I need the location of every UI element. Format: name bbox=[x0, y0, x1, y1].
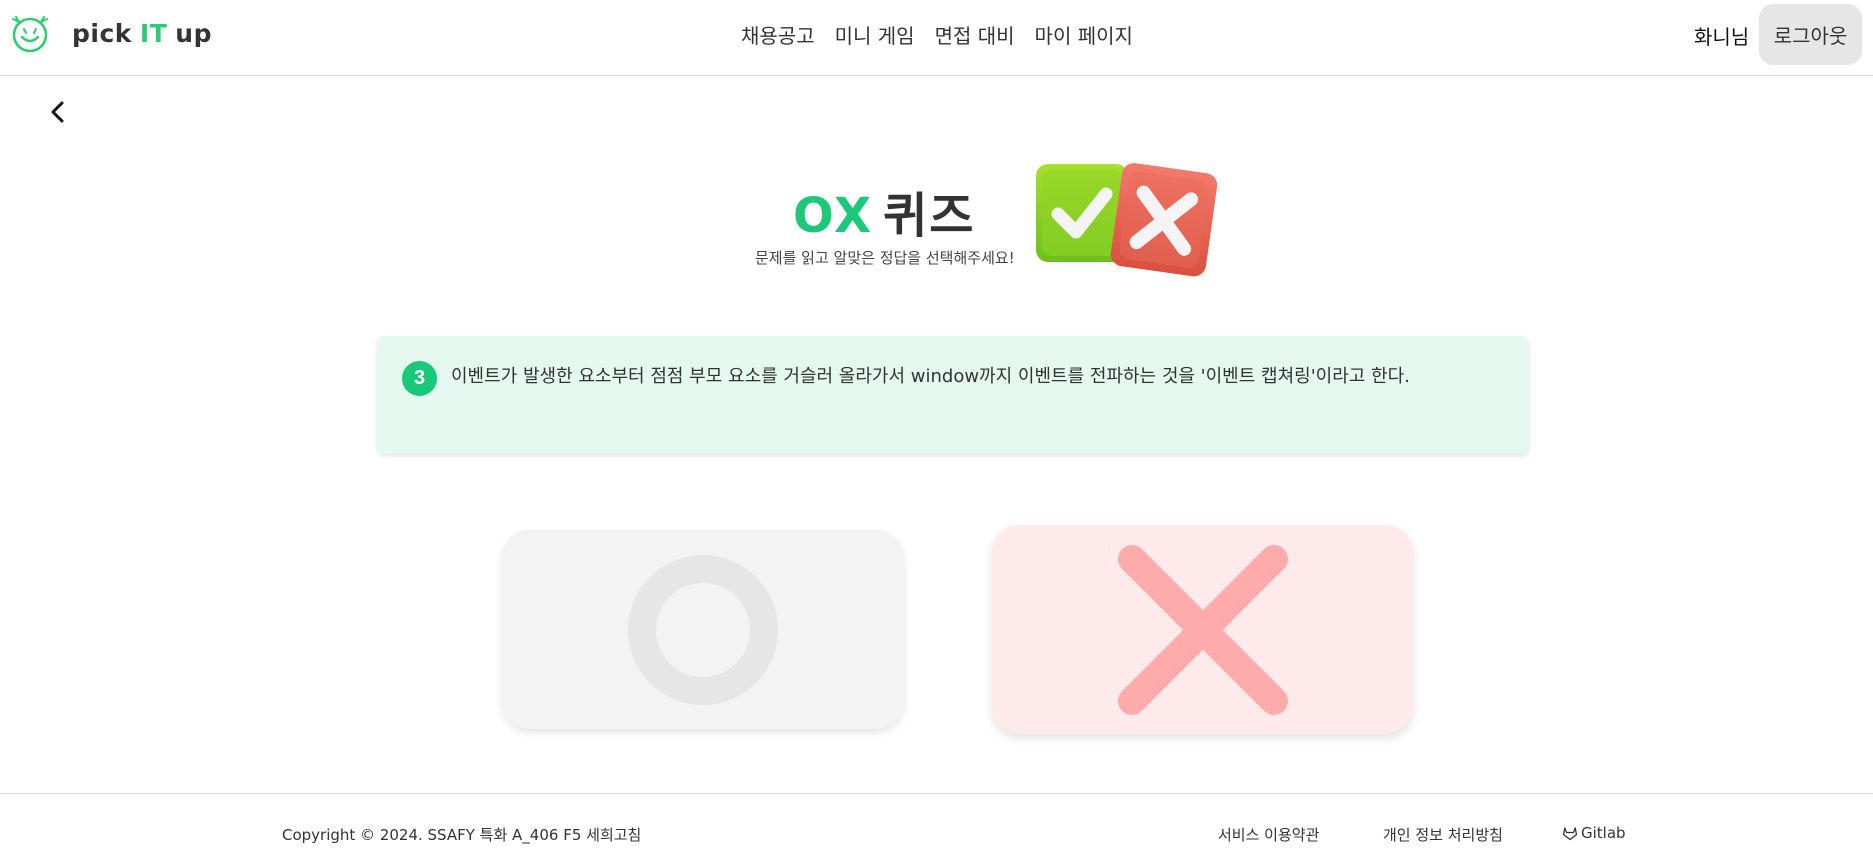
cross-x-icon bbox=[1117, 544, 1288, 715]
question-number-badge: 3 bbox=[402, 361, 437, 396]
ox-check-cross-icon bbox=[1036, 163, 1218, 277]
gitlab-icon bbox=[1562, 827, 1578, 841]
terms-link[interactable]: 서비스 이용약관 bbox=[1218, 824, 1319, 845]
chevron-left-icon[interactable] bbox=[47, 97, 71, 127]
logo-text-pick: pick bbox=[72, 18, 132, 48]
answer-x-button[interactable] bbox=[992, 525, 1413, 734]
circle-o-icon bbox=[628, 554, 778, 705]
question-card: 3 이벤트가 발생한 요소부터 점점 부모 요소를 거슬러 올라가서 windo… bbox=[377, 336, 1529, 454]
logo-text: pick IT up bbox=[72, 19, 212, 48]
logo[interactable]: pick IT up bbox=[10, 13, 212, 53]
smiley-logo-icon bbox=[12, 16, 48, 53]
page-subtitle: 문제를 읽고 알맞은 정답을 선택해주세요! bbox=[755, 249, 1015, 267]
header: pick IT up 채용공고 미니 게임 면접 대비 마이 페이지 화니님 로그아… bbox=[0, 0, 1873, 76]
nav-item-interview[interactable]: 면접 대비 bbox=[935, 20, 1015, 49]
logo-text-it: IT bbox=[139, 18, 168, 48]
nav-item-jobs[interactable]: 채용공고 bbox=[741, 20, 815, 49]
nav-item-my-page[interactable]: 마이 페이지 bbox=[1035, 20, 1133, 49]
main-nav: 채용공고 미니 게임 면접 대비 마이 페이지 bbox=[741, 20, 1133, 49]
title-quiz: 퀴즈 bbox=[883, 188, 976, 244]
gitlab-link[interactable]: Gitlab bbox=[1562, 824, 1626, 842]
page-title: OX 퀴즈 bbox=[793, 176, 975, 246]
logout-button[interactable]: 로그아웃 bbox=[1759, 4, 1862, 65]
footer: Copyright © 2024. SSAFY 특화 A_406 F5 세희고침… bbox=[0, 793, 1873, 861]
logo-text-up: up bbox=[175, 18, 212, 48]
privacy-link[interactable]: 개인 정보 처리방침 bbox=[1383, 824, 1503, 845]
answer-o-button[interactable] bbox=[502, 530, 904, 729]
gitlab-label: Gitlab bbox=[1581, 824, 1626, 842]
copyright-text: Copyright © 2024. SSAFY 특화 A_406 F5 세희고침 bbox=[282, 826, 642, 844]
nav-item-mini-game[interactable]: 미니 게임 bbox=[835, 20, 915, 49]
title-ox: OX bbox=[793, 188, 874, 244]
user-name: 화니님 bbox=[1694, 25, 1750, 49]
question-text: 이벤트가 발생한 요소부터 점점 부모 요소를 거슬러 올라가서 window까… bbox=[451, 366, 1410, 387]
